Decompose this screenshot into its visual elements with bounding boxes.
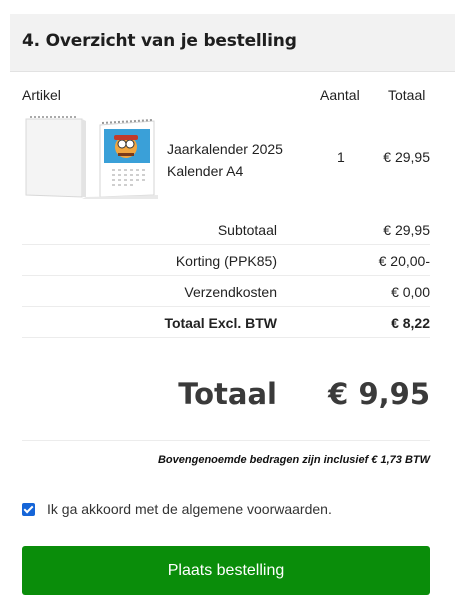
excl-vat-row: Totaal Excl. BTW € 8,22	[22, 307, 430, 338]
discount-value: € 20,00-	[378, 253, 430, 269]
shipping-row: Verzendkosten € 0,00	[22, 276, 430, 307]
terms-checkbox[interactable]	[22, 502, 35, 516]
order-overview-panel: 4. Overzicht van je bestelling Artikel A…	[10, 0, 455, 595]
subtotal-value: € 29,95	[383, 222, 430, 238]
terms-label[interactable]: Ik ga akkoord met de algemene voorwaarde…	[47, 501, 332, 517]
discount-row: Korting (PPK85) € 20,00-	[22, 245, 430, 276]
product-quantity: 1	[337, 149, 345, 165]
vat-note: Bovengenoemde bedragen zijn inclusief € …	[157, 454, 430, 466]
subtotal-row: Subtotaal € 29,95	[22, 214, 430, 245]
subtotal-label: Subtotaal	[217, 222, 277, 238]
excl-vat-value: € 8,22	[391, 315, 430, 331]
column-header-total: Totaal	[388, 87, 426, 103]
discount-label: Korting (PPK85)	[175, 253, 277, 269]
column-header-quantity: Aantal	[320, 87, 360, 103]
product-name-line2: Kalender A4	[167, 163, 244, 179]
grand-total-row: Totaal € 9,95	[22, 345, 430, 441]
shipping-value: € 0,00	[391, 284, 430, 300]
shipping-label: Verzendkosten	[184, 284, 277, 300]
section-title: 4. Overzicht van je bestelling	[22, 31, 297, 51]
place-order-button[interactable]: Plaats bestelling	[22, 546, 430, 595]
excl-vat-label: Totaal Excl. BTW	[164, 315, 277, 331]
terms-agreement[interactable]: Ik ga akkoord met de algemene voorwaarde…	[22, 500, 332, 518]
product-name: Jaarkalender 2025 Kalender A4	[167, 138, 317, 182]
product-price: € 29,95	[383, 149, 430, 165]
column-header-article: Artikel	[22, 87, 61, 103]
section-header: 4. Overzicht van je bestelling	[10, 14, 455, 72]
grand-total-value: € 9,95	[328, 377, 430, 411]
grand-total-label: Totaal	[178, 377, 277, 411]
product-name-line1: Jaarkalender 2025	[167, 141, 283, 157]
product-image	[25, 116, 158, 199]
